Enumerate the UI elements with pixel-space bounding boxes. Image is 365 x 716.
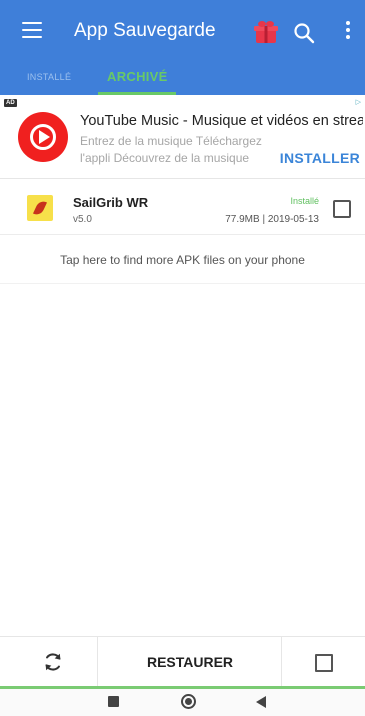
app-size-date: 77.9MB | 2019-05-13 — [225, 214, 319, 225]
recent-apps-icon[interactable] — [108, 696, 119, 707]
more-vert-icon[interactable] — [343, 21, 353, 43]
tab-installe[interactable]: INSTALLÉ — [27, 72, 71, 82]
search-icon[interactable] — [292, 21, 316, 45]
find-apk-hint[interactable]: Tap here to find more APK files on your … — [0, 236, 365, 284]
select-all-checkbox[interactable] — [315, 654, 333, 672]
app-name: SailGrib WR — [73, 195, 149, 210]
app-version: v5.0 — [73, 214, 92, 225]
app-title: App Sauvegarde — [74, 20, 216, 41]
sailgrib-app-icon — [27, 195, 53, 221]
list-item[interactable]: SailGrib WR v5.0 Installé 77.9MB | 2019-… — [0, 183, 365, 235]
refresh-icon — [45, 653, 61, 671]
tab-archive[interactable]: ARCHIVÉ — [107, 69, 168, 84]
ad-description: Entrez de la musique Téléchargez l'appli… — [80, 134, 262, 165]
app-checkbox[interactable] — [333, 200, 351, 218]
system-nav-bar — [0, 689, 365, 716]
menu-icon[interactable] — [22, 22, 42, 38]
app-status: Installé — [290, 196, 319, 206]
gift-icon[interactable] — [252, 19, 280, 45]
home-icon[interactable] — [181, 694, 196, 709]
refresh-button[interactable] — [0, 637, 98, 687]
restore-button[interactable]: RESTAURER — [99, 637, 282, 687]
ad-choices-icon[interactable]: ▷ — [356, 98, 361, 106]
tab-bar: INSTALLÉ ARCHIVÉ — [0, 61, 365, 95]
bottom-action-bar: RESTAURER — [0, 636, 365, 688]
ad-banner[interactable]: AD ▷ YouTube Music - Musique et vidéos e… — [0, 95, 365, 179]
ad-install-button[interactable]: INSTALLER — [280, 150, 360, 166]
app-bar: App Sauvegarde — [0, 0, 365, 61]
ad-badge: AD — [4, 99, 17, 107]
youtube-music-icon[interactable] — [18, 112, 68, 162]
ad-title[interactable]: YouTube Music - Musique et vidéos en str… — [80, 113, 363, 129]
back-icon[interactable] — [256, 696, 266, 708]
